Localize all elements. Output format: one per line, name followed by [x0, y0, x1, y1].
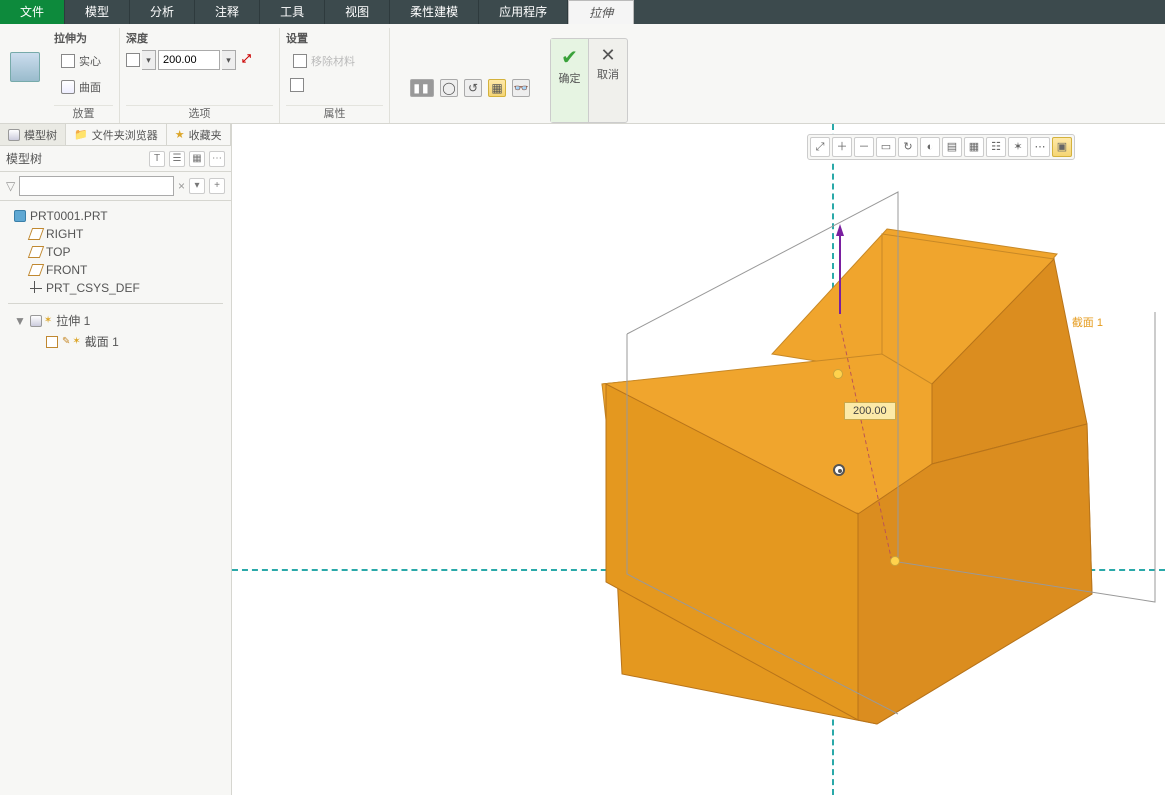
tree-tool-1[interactable]: T — [149, 151, 165, 167]
datum-icon — [28, 264, 44, 276]
glasses-icon[interactable]: 👓 — [512, 79, 530, 97]
sidebar-tabs: 模型树 📁文件夹浏览器 ★收藏夹 — [0, 124, 231, 146]
solid-button[interactable]: 实心 — [54, 50, 108, 72]
filter-clear[interactable]: × — [178, 179, 185, 193]
extrude-as-title: 拉伸为 — [54, 28, 113, 50]
menu-analysis[interactable]: 分析 — [130, 0, 195, 24]
ribbon-group-depth: 深度 ▾ ▾ ⤢ 选项 — [120, 28, 280, 123]
tree-tool-3[interactable]: ▦ — [189, 151, 205, 167]
menu-extrude[interactable]: 拉伸 — [568, 0, 634, 24]
tab-folder-browser[interactable]: 📁文件夹浏览器 — [66, 124, 167, 145]
filter-icon[interactable]: ▽ — [6, 179, 15, 193]
main-menu-bar: 文件 模型 分析 注释 工具 视图 柔性建模 应用程序 拉伸 — [0, 0, 1165, 24]
part-icon — [14, 210, 26, 222]
remove-material-icon — [293, 54, 307, 68]
tree-tool-4[interactable]: ⋯ — [209, 151, 225, 167]
surface-button[interactable]: 曲面 — [54, 76, 108, 98]
tree-front[interactable]: FRONT — [4, 261, 227, 279]
menu-view[interactable]: 视图 — [325, 0, 390, 24]
tab-model-tree[interactable]: 模型树 — [0, 124, 66, 145]
settings-title: 设置 — [286, 28, 383, 50]
close-icon: ✕ — [600, 45, 615, 66]
tree-right[interactable]: RIGHT — [4, 225, 227, 243]
viewport[interactable]: ⤢ ＋ － ▭ ↻ ◐ ▤ ▦ ☷ ✶ ⋯ ▣ — [232, 124, 1165, 795]
depth-value-dropdown[interactable]: ▾ — [222, 50, 236, 70]
filter-input[interactable] — [19, 176, 174, 196]
main-area: 模型树 📁文件夹浏览器 ★收藏夹 模型树 T ☰ ▦ ⋯ ▽ × ▾ + PRT… — [0, 124, 1165, 795]
properties-footer[interactable]: 属性 — [286, 105, 383, 123]
qc-1[interactable]: ◯ — [440, 79, 458, 97]
new-star-icon: ✶ — [72, 336, 80, 347]
filter-add[interactable]: + — [209, 178, 225, 194]
tree-top[interactable]: TOP — [4, 243, 227, 261]
tree-section1[interactable]: ✎✶截面 1 — [4, 331, 227, 352]
section-label: 截面 1 — [1072, 314, 1103, 330]
placement-footer[interactable]: 放置 — [54, 105, 113, 123]
options-footer[interactable]: 选项 — [126, 105, 273, 123]
cancel-button[interactable]: ✕ 取消 — [589, 39, 627, 122]
remove-material-button: 移除材料 — [286, 50, 362, 72]
depth-type-dropdown[interactable]: ▾ — [142, 50, 156, 70]
sidebar-header: 模型树 T ☰ ▦ ⋯ — [0, 146, 231, 172]
flip-direction-icon[interactable]: ⤢ — [242, 53, 256, 67]
tree-csys[interactable]: PRT_CSYS_DEF — [4, 279, 227, 297]
quick-controls: ▮▮ ◯ ↺ ▦ 👓 — [410, 52, 530, 123]
ribbon: 拉伸为 实心 曲面 放置 深度 ▾ ▾ ⤢ 选项 设置 移除材料 属性 ▮▮ ◯ — [0, 24, 1165, 124]
surface-icon — [61, 80, 75, 94]
ribbon-group-extrude-as: 拉伸为 实心 曲面 放置 — [48, 28, 120, 123]
depth-title: 深度 — [126, 28, 273, 50]
sketch-icon — [46, 336, 58, 348]
csys-origin[interactable] — [833, 464, 845, 476]
solid-icon — [61, 54, 75, 68]
check-icon: ✔ — [561, 45, 578, 70]
filter-dropdown[interactable]: ▾ — [189, 178, 205, 194]
menu-model[interactable]: 模型 — [65, 0, 130, 24]
extrude-feature-icon — [10, 52, 40, 82]
depth-type-icon[interactable] — [126, 53, 140, 67]
qc-3[interactable]: ▦ — [488, 79, 506, 97]
csys-icon — [30, 282, 42, 294]
filter-row: ▽ × ▾ + — [0, 172, 231, 201]
model-tree: PRT0001.PRT RIGHT TOP FRONT PRT_CSYS_DEF… — [0, 201, 231, 795]
tree-part[interactable]: PRT0001.PRT — [4, 207, 227, 225]
datum-icon — [28, 246, 44, 258]
ok-button[interactable]: ✔ 确定 — [551, 39, 589, 122]
sidebar-title: 模型树 — [6, 150, 42, 167]
tab-favorites[interactable]: ★收藏夹 — [167, 124, 231, 145]
menu-annotate[interactable]: 注释 — [195, 0, 260, 24]
drag-handle-top[interactable] — [833, 369, 843, 379]
sidebar: 模型树 📁文件夹浏览器 ★收藏夹 模型树 T ☰ ▦ ⋯ ▽ × ▾ + PRT… — [0, 124, 232, 795]
dimension-value[interactable]: 200.00 — [844, 402, 896, 420]
feature-icon — [30, 315, 42, 327]
menu-file[interactable]: 文件 — [0, 0, 65, 24]
ribbon-group-settings: 设置 移除材料 属性 — [280, 28, 390, 123]
solid-geometry — [232, 124, 1165, 795]
drag-handle-bottom[interactable] — [890, 556, 900, 566]
qc-2[interactable]: ↺ — [464, 79, 482, 97]
tree-extrude1[interactable]: ▼✶拉伸 1 — [4, 310, 227, 331]
menu-flex[interactable]: 柔性建模 — [390, 0, 479, 24]
menu-tools[interactable]: 工具 — [260, 0, 325, 24]
tree-separator — [8, 303, 223, 304]
depth-input[interactable] — [158, 50, 220, 70]
menu-apps[interactable]: 应用程序 — [479, 0, 568, 24]
new-star-icon: ✶ — [44, 315, 52, 326]
pause-button[interactable]: ▮▮ — [410, 79, 434, 97]
tree-tool-2[interactable]: ☰ — [169, 151, 185, 167]
confirm-group: ✔ 确定 ✕ 取消 — [550, 38, 628, 123]
tree-icon — [8, 129, 20, 141]
datum-icon — [28, 228, 44, 240]
thicken-icon[interactable] — [290, 78, 304, 92]
